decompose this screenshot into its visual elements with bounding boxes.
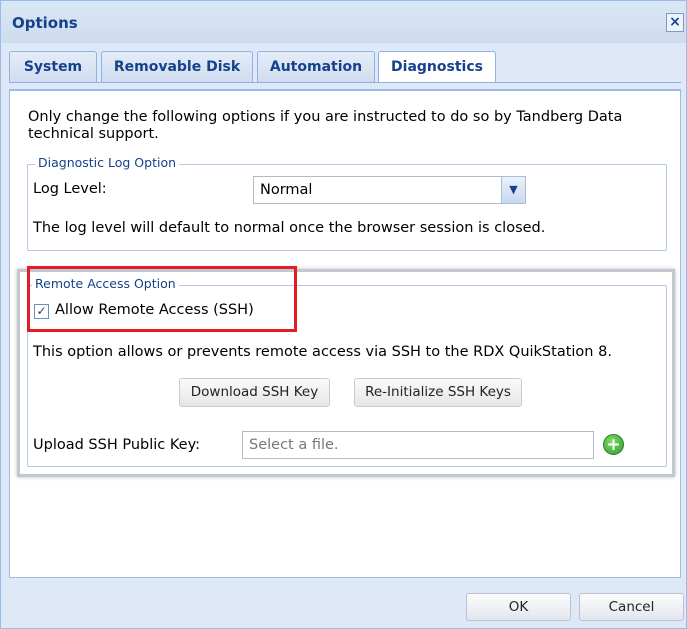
- download-ssh-key-button[interactable]: Download SSH Key: [179, 378, 330, 407]
- cancel-button[interactable]: Cancel: [579, 593, 684, 621]
- close-icon[interactable]: ×: [666, 13, 684, 32]
- remote-access-description: This option allows or prevents remote ac…: [33, 344, 612, 360]
- upload-ssh-key-label: Upload SSH Public Key:: [33, 437, 200, 453]
- tab-system[interactable]: System: [9, 51, 97, 83]
- dialog-title: Options: [12, 14, 78, 32]
- title-bar[interactable]: Options ×: [1, 1, 686, 43]
- upload-placeholder: Select a file.: [249, 437, 339, 453]
- log-level-value: Normal: [260, 182, 313, 198]
- tab-diagnostics[interactable]: Diagnostics: [378, 51, 496, 84]
- options-dialog: Options × System Removable Disk Automati…: [0, 0, 687, 629]
- log-level-label: Log Level:: [33, 181, 107, 197]
- add-icon[interactable]: +: [603, 434, 624, 455]
- tab-automation[interactable]: Automation: [257, 51, 375, 83]
- highlight-box: [27, 266, 297, 332]
- tab-strip: [9, 82, 681, 90]
- tab-removable-disk[interactable]: Removable Disk: [101, 51, 253, 83]
- chevron-down-icon[interactable]: ▼: [501, 176, 526, 204]
- log-level-note: The log level will default to normal onc…: [33, 220, 546, 236]
- upload-ssh-key-input[interactable]: Select a file.: [242, 431, 594, 459]
- ok-button[interactable]: OK: [466, 593, 571, 621]
- diagnostics-panel: Only change the following options if you…: [9, 90, 681, 578]
- tab-bar: System Removable Disk Automation Diagnos…: [9, 51, 681, 84]
- diagnostic-log-legend: Diagnostic Log Option: [35, 155, 180, 170]
- log-level-select[interactable]: Normal ▼: [253, 176, 526, 204]
- reinitialize-ssh-keys-button[interactable]: Re-Initialize SSH Keys: [354, 378, 522, 407]
- intro-text: Only change the following options if you…: [28, 109, 623, 142]
